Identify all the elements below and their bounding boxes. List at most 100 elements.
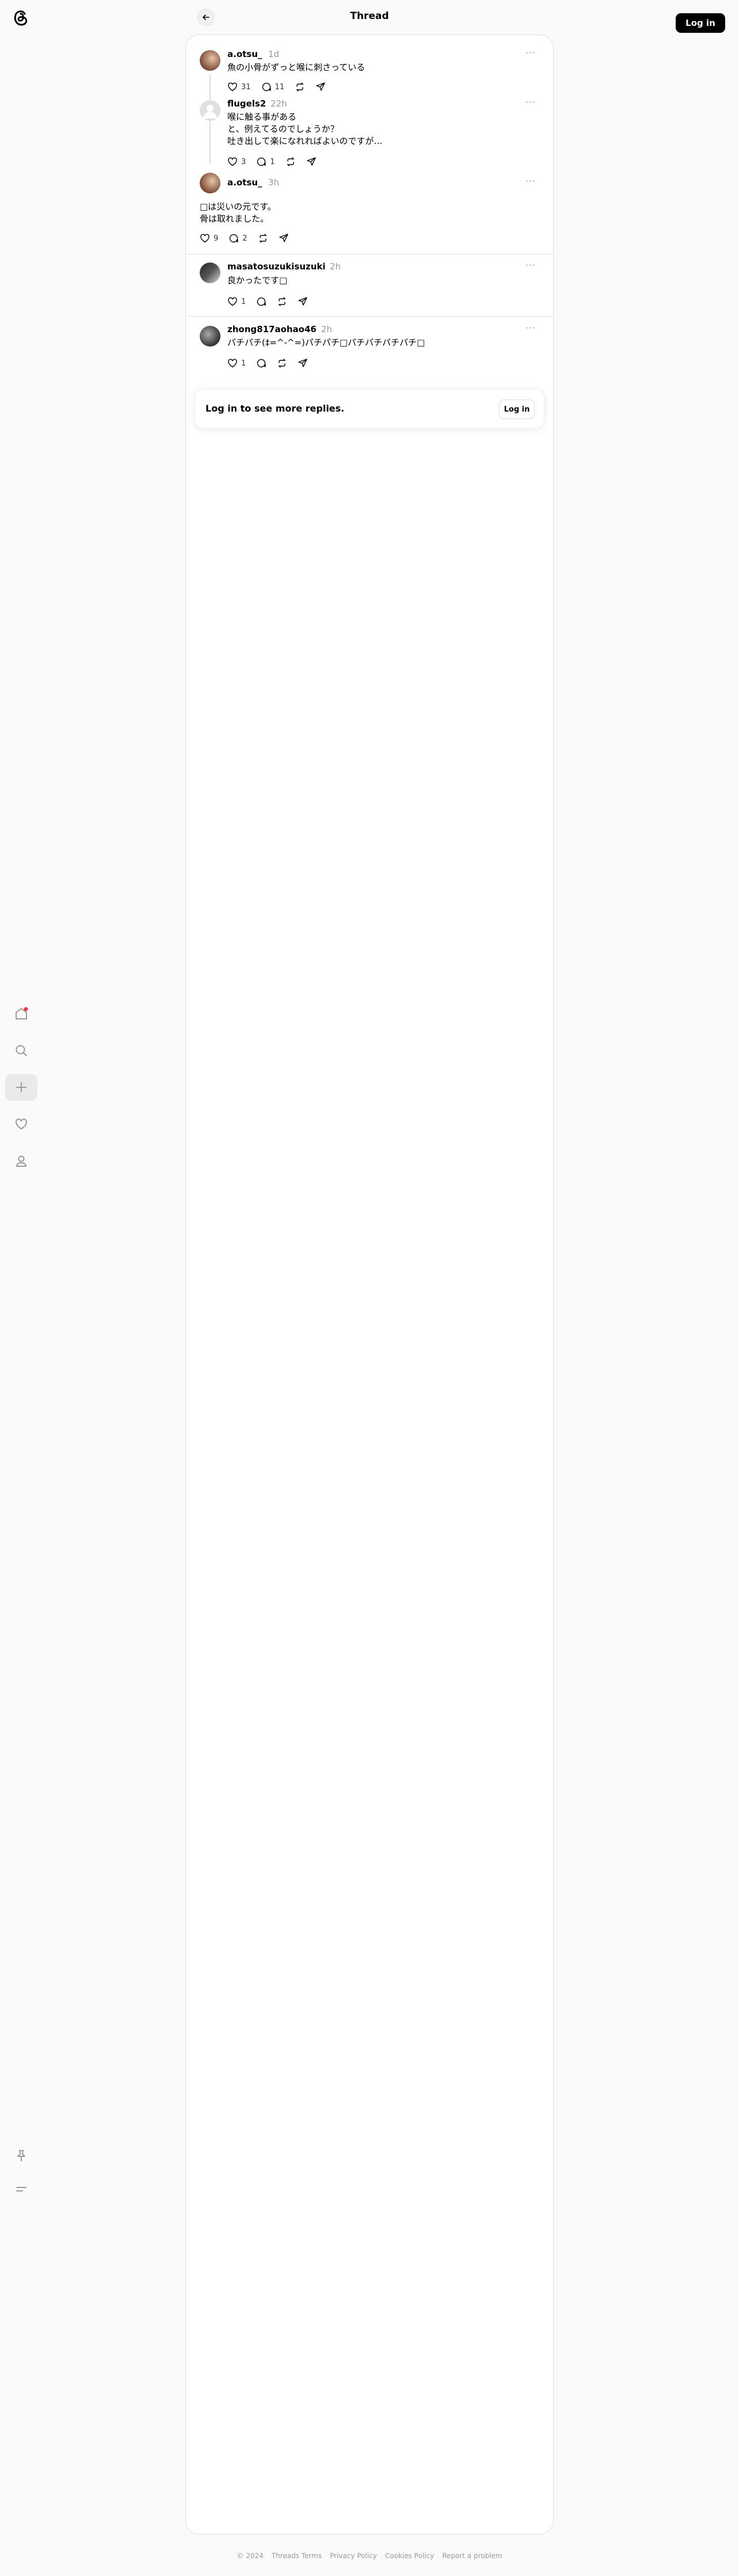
like-button[interactable]: 31: [227, 82, 251, 92]
nav-pin[interactable]: [5, 2143, 37, 2169]
post-text: 喉に触る事がある と、例えてるのでしょうか？ 吐き出して楽になれればよいのですが…: [227, 112, 383, 146]
more-options-icon[interactable]: ···: [525, 47, 536, 58]
send-icon: [306, 157, 316, 166]
reply-button[interactable]: 11: [261, 82, 285, 92]
repost-button[interactable]: [277, 296, 287, 307]
more-options-icon[interactable]: ···: [525, 260, 536, 271]
repost-icon: [286, 157, 295, 166]
login-prompt-text: Log in to see more replies.: [205, 403, 345, 414]
heart-icon: [228, 157, 237, 166]
repost-button[interactable]: [258, 233, 268, 243]
nav-profile[interactable]: [5, 1148, 37, 1174]
reply-count: 11: [275, 82, 285, 92]
post-time: 1d: [268, 49, 280, 59]
repost-icon: [278, 359, 286, 368]
comment-icon: [230, 234, 239, 243]
like-button[interactable]: 3: [227, 157, 246, 167]
more-options-icon[interactable]: ···: [525, 322, 536, 333]
post-text: 魚の小骨がずっと喉に刺さっている: [227, 62, 365, 73]
reply-button[interactable]: [256, 296, 266, 307]
footer-copyright: © 2024: [237, 2552, 264, 2560]
reply-button[interactable]: 2: [228, 233, 247, 243]
home-icon: [16, 1007, 28, 1019]
repost-icon: [296, 82, 304, 92]
avatar[interactable]: [200, 326, 220, 347]
share-button[interactable]: [306, 157, 317, 167]
more-options-icon[interactable]: ···: [525, 97, 536, 108]
heart-icon: [228, 82, 237, 92]
post-username[interactable]: masatosuzukisuzuki: [227, 261, 326, 272]
heart-icon: [15, 1118, 28, 1130]
post-actions: 3 1: [227, 157, 317, 167]
create-icon: [16, 1082, 26, 1093]
divider: [186, 316, 553, 317]
more-options-icon[interactable]: ···: [525, 176, 536, 187]
repost-button[interactable]: [295, 82, 305, 92]
post-actions: 31 11: [227, 82, 326, 92]
share-button[interactable]: [315, 82, 326, 92]
nav-create[interactable]: [5, 1074, 37, 1101]
share-button[interactable]: [279, 233, 289, 243]
like-count: 1: [241, 359, 246, 368]
avatar[interactable]: [200, 100, 220, 121]
post-time: 2h: [330, 261, 341, 272]
footer-link-terms[interactable]: Threads Terms: [272, 2552, 322, 2560]
like-button[interactable]: 1: [227, 296, 246, 307]
post-username[interactable]: a.otsu_: [227, 177, 262, 188]
nav-activity[interactable]: [5, 1111, 37, 1137]
login-prompt-card: Log in to see more replies. Log in: [195, 389, 544, 429]
login-button[interactable]: Log in: [676, 13, 725, 33]
post-username[interactable]: flugels2: [227, 98, 266, 109]
comment-icon: [257, 297, 266, 306]
post-time: 2h: [321, 324, 333, 334]
footer: © 2024 Threads Terms Privacy Policy Cook…: [0, 2552, 739, 2560]
comment-icon: [257, 157, 266, 166]
post-actions: 1: [227, 358, 308, 368]
avatar[interactable]: [200, 262, 220, 283]
share-button[interactable]: [298, 358, 308, 368]
post-username[interactable]: a.otsu_: [227, 49, 262, 59]
like-count: 1: [241, 297, 246, 306]
like-count: 3: [241, 157, 246, 166]
post-text: □は災いの元です。 骨は取れました。: [200, 201, 276, 224]
repost-icon: [258, 234, 267, 243]
post-username[interactable]: zhong817aohao46: [227, 324, 317, 334]
menu-icon: [16, 2187, 26, 2191]
post-actions: 9 2: [200, 233, 289, 243]
default-avatar-icon: [203, 105, 217, 119]
like-button[interactable]: 1: [227, 358, 246, 368]
like-count: 31: [241, 82, 251, 92]
post-text: パチパチ(‡=^-^=)パチパチ□パチパチパチパチ□: [227, 337, 425, 348]
repost-icon: [278, 297, 286, 306]
reply-button[interactable]: [256, 358, 266, 368]
post-time: 3h: [268, 177, 280, 188]
nav-search[interactable]: [5, 1037, 37, 1064]
like-count: 9: [214, 234, 219, 243]
search-icon: [16, 1045, 27, 1056]
share-button[interactable]: [298, 296, 308, 307]
like-button[interactable]: 9: [200, 233, 218, 243]
login-prompt-button[interactable]: Log in: [499, 399, 535, 419]
profile-icon: [16, 1155, 26, 1167]
post-text: 良かったです□: [227, 275, 288, 286]
avatar[interactable]: [200, 50, 220, 71]
comment-icon: [257, 359, 266, 368]
post-actions: 1: [227, 296, 308, 307]
nav-home[interactable]: [5, 1000, 37, 1027]
repost-button[interactable]: [277, 358, 287, 368]
send-icon: [298, 297, 307, 306]
avatar[interactable]: [200, 173, 220, 193]
send-icon: [298, 359, 307, 367]
reply-button[interactable]: 1: [256, 157, 275, 167]
footer-link-privacy[interactable]: Privacy Policy: [330, 2552, 377, 2560]
post-time: 22h: [271, 98, 287, 109]
footer-link-cookies[interactable]: Cookies Policy: [385, 2552, 434, 2560]
heart-icon: [228, 297, 237, 306]
send-icon: [279, 234, 288, 242]
footer-link-report[interactable]: Report a problem: [442, 2552, 502, 2560]
nav-more[interactable]: [5, 2176, 37, 2202]
reply-count: 1: [270, 157, 275, 166]
repost-button[interactable]: [285, 157, 296, 167]
pin-icon: [17, 2150, 25, 2162]
comment-icon: [262, 82, 271, 92]
